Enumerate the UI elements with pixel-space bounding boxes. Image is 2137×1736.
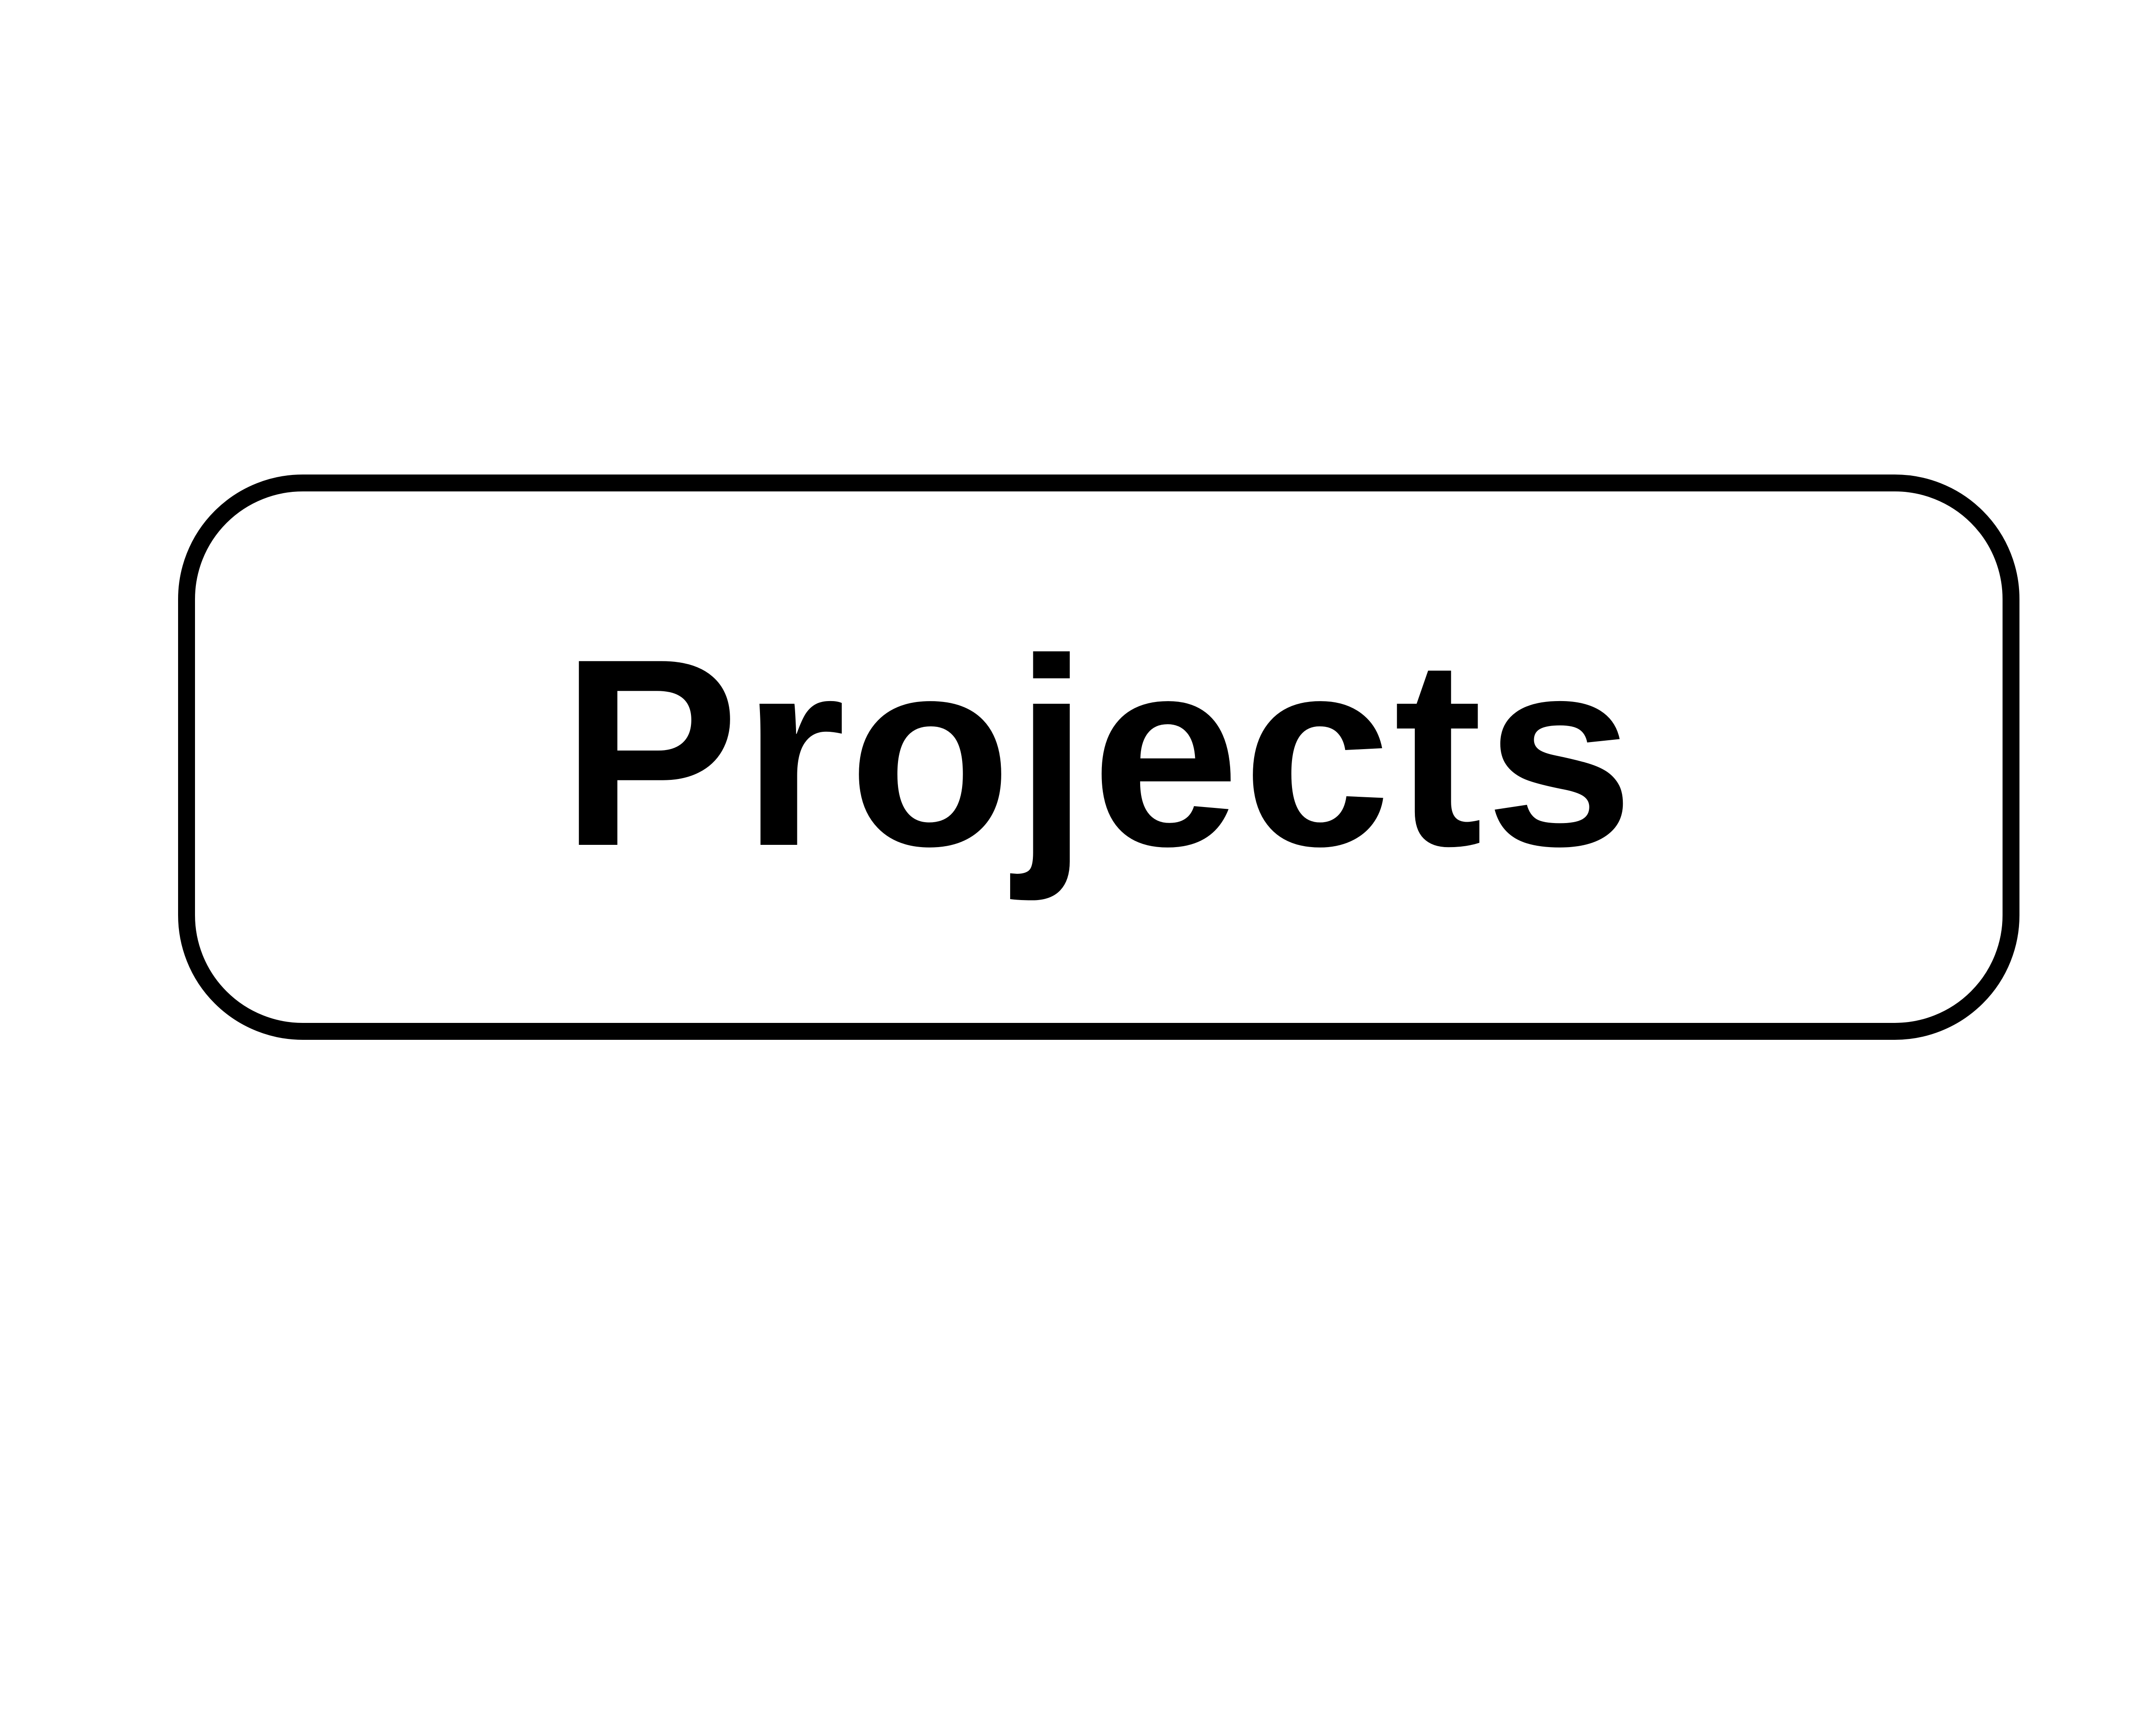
- page-canvas: Projects: [0, 0, 2137, 1736]
- projects-button[interactable]: Projects: [178, 475, 2019, 1040]
- projects-button-label: Projects: [561, 604, 1637, 902]
